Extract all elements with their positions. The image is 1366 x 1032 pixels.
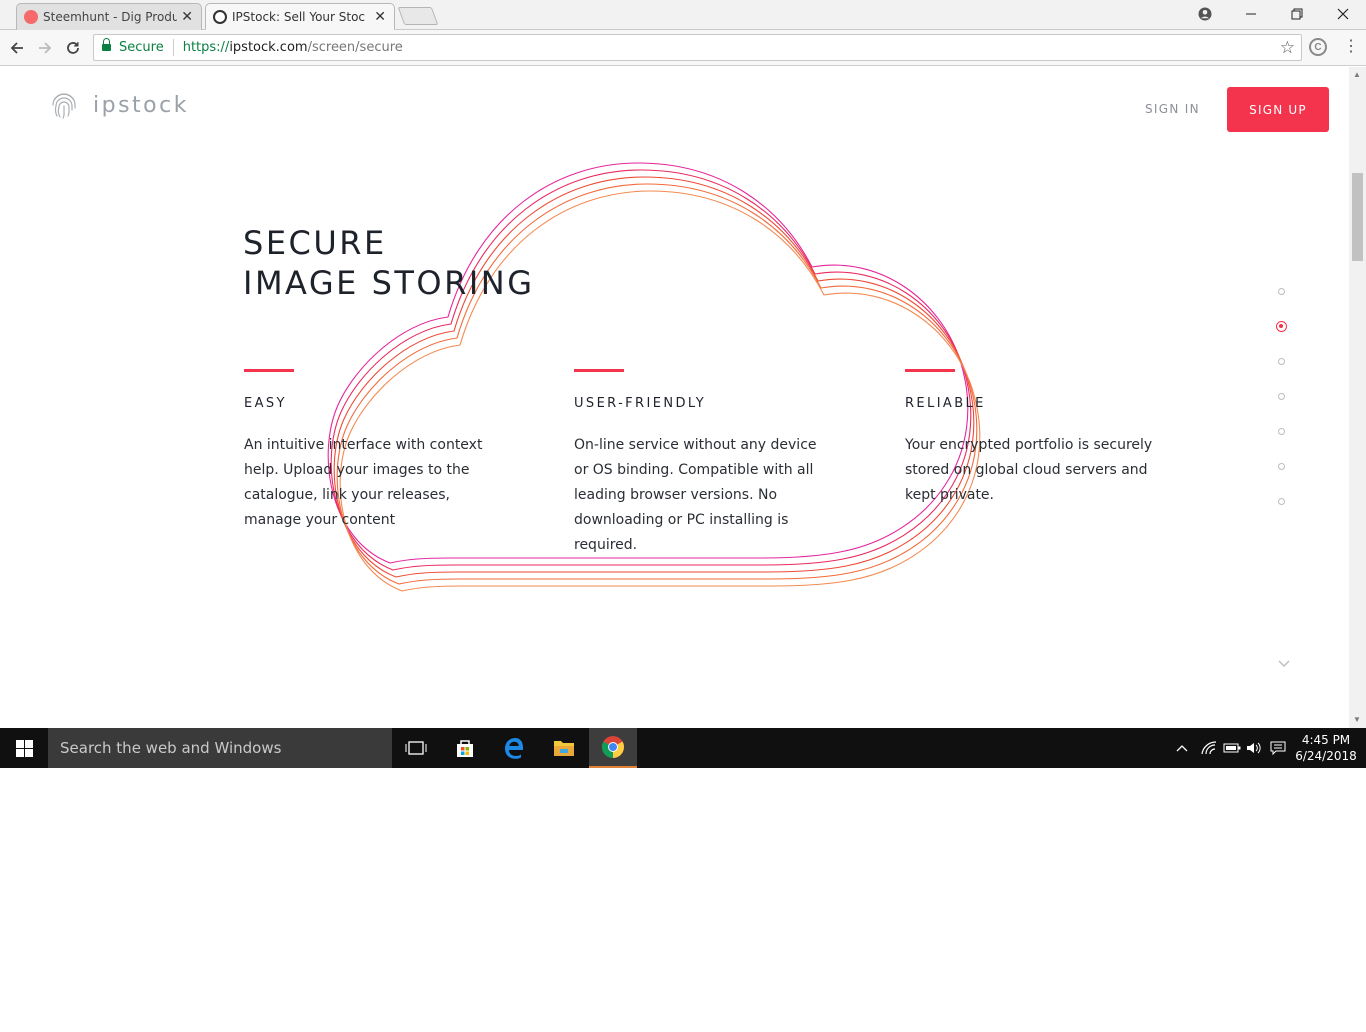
browser-tab-strip: Steemhunt - Dig Product ✕ IPStock: Sell … [0,0,1366,30]
tab-title: IPStock: Sell Your Stock Photos [232,9,366,24]
new-tab-button[interactable] [397,7,439,25]
bookmark-star-icon[interactable]: ☆ [1280,38,1295,58]
feature-description: Your encrypted portfolio is securely sto… [905,437,1153,503]
feature-title: EASY [244,396,287,411]
browser-toolbar: Secure https:// ipstock.com /screen/secu… [0,30,1366,66]
page-title: SECURE IMAGE STORING [243,223,535,303]
lock-icon [102,38,111,53]
steemhunt-icon [24,10,38,24]
logo-text: ipstock [93,92,189,118]
tab-title: Steemhunt - Dig Product [43,10,177,24]
feature-description: An intuitive interface with context help… [244,437,483,528]
tab-ipstock[interactable]: IPStock: Sell Your Stock Photos ✕ [205,3,395,30]
extension-icon[interactable]: C [1309,38,1327,56]
feature-easy: EASY An intuitive interface with context… [244,369,494,533]
forward-button[interactable] [33,36,57,60]
close-tab-icon[interactable]: ✕ [374,8,386,25]
tab-steemhunt[interactable]: Steemhunt - Dig Product ✕ [16,3,202,30]
title-line-1: SECURE [243,224,387,262]
restore-button[interactable] [1274,0,1320,28]
store-icon[interactable] [441,728,489,768]
title-line-2: IMAGE STORING [243,264,535,302]
windows-taskbar: Search the web and Windows 4:45 PM 6/24/… [0,728,1366,768]
pager-dot[interactable] [1278,463,1285,470]
feature-user-friendly: USER-FRIENDLY On-line service without an… [574,369,824,558]
pager-dot[interactable] [1278,428,1285,435]
url-protocol: https:// [182,40,230,55]
start-button[interactable] [0,728,48,768]
url-path: /screen/secure [307,40,403,55]
scroll-thumb[interactable] [1352,173,1363,261]
volume-icon[interactable] [1243,728,1265,768]
page-viewport: ipstock SIGN IN SIGN UP SECURE IMAGE STO… [0,67,1349,728]
show-hidden-icons-chevron-up-icon[interactable] [1172,728,1192,768]
pager-dot[interactable] [1278,498,1285,505]
file-explorer-icon[interactable] [540,728,588,768]
pager-dot[interactable] [1278,288,1285,295]
feature-reliable: RELIABLE Your encrypted portfolio is sec… [905,369,1155,508]
ipstock-icon [213,10,227,24]
scroll-up-arrow[interactable]: ▲ [1353,70,1361,79]
chrome-taskbar-icon[interactable] [589,728,637,768]
scroll-down-arrow[interactable]: ▼ [1353,715,1361,724]
taskbar-search-input[interactable]: Search the web and Windows [48,728,392,768]
edge-browser-icon[interactable] [490,728,538,768]
menu-icon[interactable]: ⋮ [1343,38,1359,56]
battery-icon[interactable] [1221,728,1243,768]
clock-date: 6/24/2018 [1295,749,1357,763]
chevron-down-icon[interactable] [1277,657,1291,671]
address-bar[interactable]: Secure https:// ipstock.com /screen/secu… [93,34,1302,61]
reload-button[interactable] [61,36,85,60]
page-scrollbar[interactable]: ▲ ▼ [1349,67,1366,728]
pager-dot[interactable] [1278,393,1285,400]
accent-bar [905,369,955,372]
sign-in-link[interactable]: SIGN IN [1145,102,1200,116]
accent-bar [574,369,624,372]
pager-dot-active[interactable] [1276,321,1287,332]
profile-icon[interactable] [1182,0,1228,28]
fingerprint-icon [52,93,76,119]
feature-title: RELIABLE [905,396,986,411]
accent-bar [244,369,294,372]
sign-up-button[interactable]: SIGN UP [1227,87,1329,132]
task-view-icon[interactable] [392,728,440,768]
taskbar-clock[interactable]: 4:45 PM 6/24/2018 [1292,732,1360,764]
action-center-icon[interactable] [1267,728,1289,768]
clock-time: 4:45 PM [1301,733,1351,747]
secure-label: Secure [119,40,164,55]
divider [172,39,174,56]
wifi-icon[interactable] [1197,728,1221,768]
site-logo[interactable]: ipstock [49,90,189,120]
url-host: ipstock.com [229,40,308,55]
feature-description: On-line service without any device or OS… [574,437,817,553]
minimize-button[interactable] [1228,0,1274,28]
close-tab-icon[interactable]: ✕ [181,8,193,25]
close-window-button[interactable] [1320,0,1366,28]
pager-dot[interactable] [1278,358,1285,365]
feature-title: USER-FRIENDLY [574,396,707,411]
back-button[interactable] [5,36,29,60]
windows-logo-icon [15,739,33,757]
